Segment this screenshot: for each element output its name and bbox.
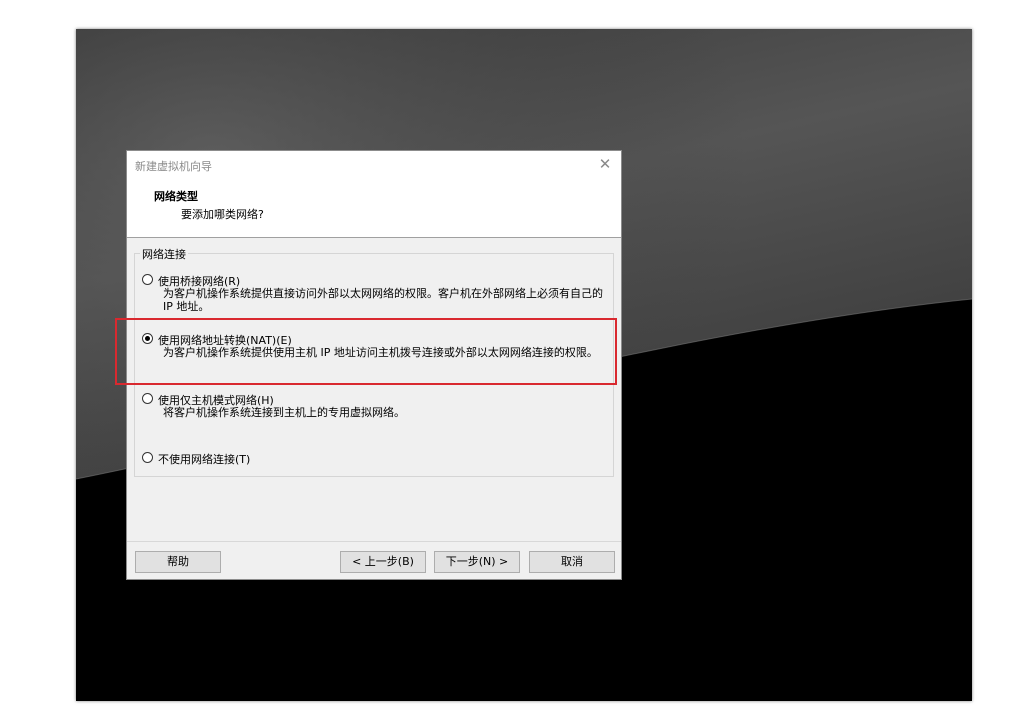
option-label[interactable]: 不使用网络连接(T) xyxy=(158,451,250,467)
footer-divider xyxy=(127,541,621,542)
radio-host-only[interactable] xyxy=(142,393,153,404)
page-subtitle: 要添加哪类网络? xyxy=(181,208,264,221)
dialog-title: 新建虚拟机向导 xyxy=(135,160,212,173)
cancel-button[interactable]: 取消 xyxy=(529,551,615,573)
wizard-header: 网络类型 要添加哪类网络? xyxy=(127,181,621,238)
dialog-titlebar: 新建虚拟机向导 ✕ xyxy=(127,151,621,181)
option-description: 将客户机操作系统连接到主机上的专用虚拟网络。 xyxy=(163,406,405,419)
page-title: 网络类型 xyxy=(154,190,198,203)
help-button[interactable]: 帮助 xyxy=(135,551,221,573)
option-description: 为客户机操作系统提供使用主机 IP 地址访问主机拨号连接或外部以太网网络连接的权… xyxy=(163,346,598,359)
back-button[interactable]: < 上一步(B) xyxy=(340,551,426,573)
radio-no-network[interactable] xyxy=(142,452,153,463)
radio-nat[interactable] xyxy=(142,333,153,344)
radio-bridged[interactable] xyxy=(142,274,153,285)
close-icon[interactable]: ✕ xyxy=(596,155,614,173)
next-button[interactable]: 下一步(N) > xyxy=(434,551,520,573)
option-description: 为客户机操作系统提供直接访问外部以太网网络的权限。客户机在外部网络上必须有自己的… xyxy=(163,287,603,313)
group-label: 网络连接 xyxy=(140,246,188,262)
new-vm-wizard-dialog: 新建虚拟机向导 ✕ 网络类型 要添加哪类网络? 网络连接 使用桥接网络(R) 为… xyxy=(126,150,622,580)
